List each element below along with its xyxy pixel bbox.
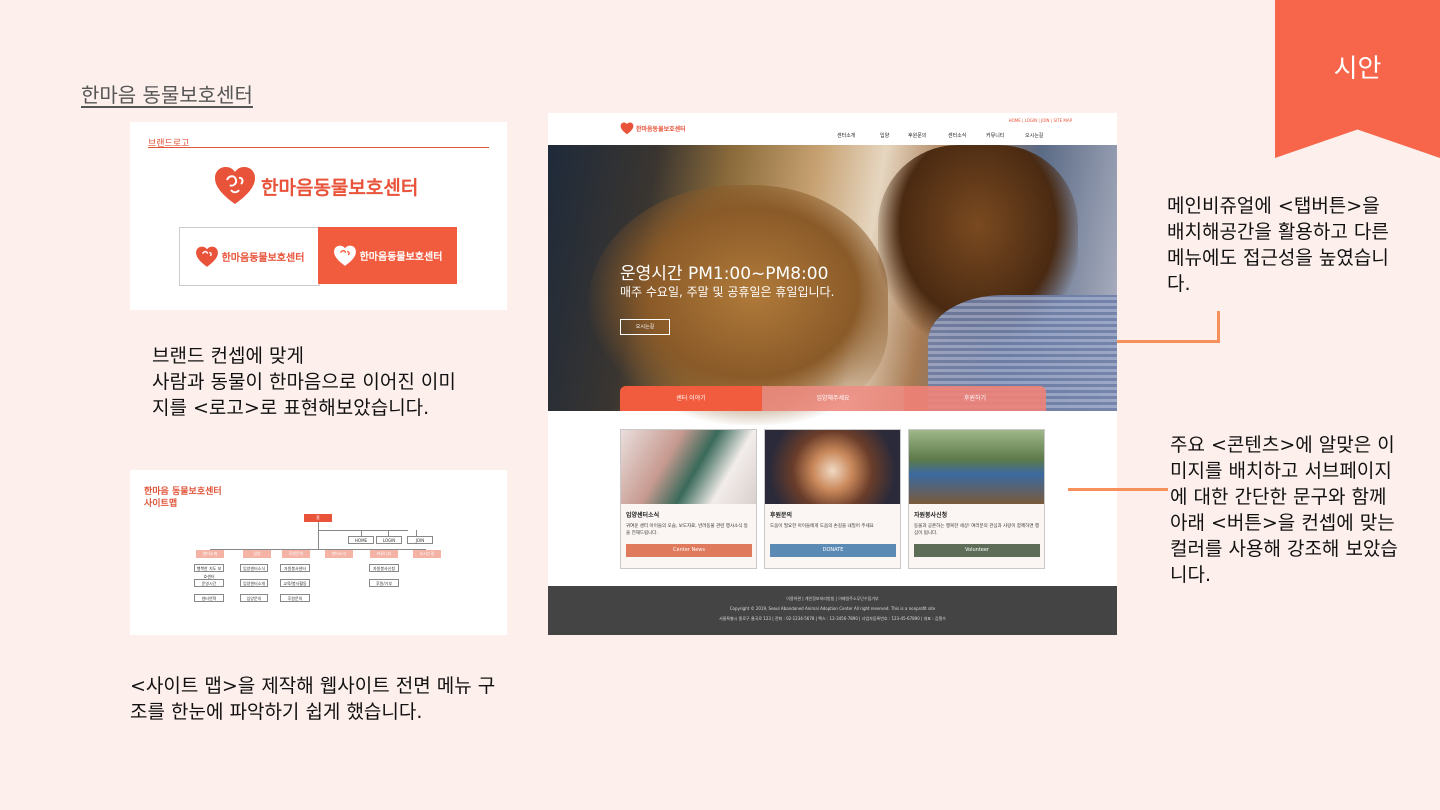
divider	[148, 147, 489, 148]
mockup-nav-item[interactable]: 후원문의	[908, 132, 926, 139]
mockup-logo-text: 한마음동물보호센터	[636, 126, 686, 133]
connector-line	[1217, 311, 1220, 343]
card-title: 후원문의	[770, 512, 793, 519]
sitemap-sub: 자원봉사신청	[369, 564, 399, 572]
content-card-news: 입양센터소식 귀여운 센터 아이들의 모습, 보도자료, 반려동물 관련 행사소…	[620, 429, 757, 569]
heart-logo-icon	[333, 245, 356, 266]
sitemap-root: 홈	[304, 514, 332, 522]
hero-tab-story[interactable]: 센터 이야기	[620, 386, 762, 411]
connector-line	[1117, 340, 1220, 343]
brand-logo-card: 브랜드로고 한마음동물보호센터 한마음동물보호센터 한마음동물보호센터	[130, 122, 507, 310]
card-title: 입양센터소식	[626, 512, 660, 519]
sitemap-card: 한마음 동물보호센터 사이트맵 홈 HOME LOGIN JOIN 센터소개 입…	[130, 470, 507, 635]
sitemap-title: 한마음 동물보호센터 사이트맵	[144, 487, 222, 509]
mockup-nav-item[interactable]: 커뮤니티	[986, 132, 1004, 139]
mockup-util-links[interactable]: HOME | LOGIN | JOIN | SITE MAP	[1009, 118, 1072, 123]
footer-address: 서울특별시 종로구 율곡로 123 | 전화 : 02-1234-5678 | …	[719, 616, 946, 621]
card-photo	[909, 430, 1044, 504]
mockup-footer: 이용약관 | 개인정보처리방침 | 이메일주소무단수집거부 Copyright …	[548, 586, 1117, 635]
draft-ribbon: 시안	[1275, 0, 1440, 158]
sitemap-sub: 자원봉사센터	[280, 564, 310, 572]
sitemap-sub: 교육/봉사활동	[280, 579, 310, 587]
card-photo	[765, 430, 900, 504]
donate-button[interactable]: DONATE	[770, 544, 896, 557]
ribbon-label: 시안	[1333, 54, 1382, 84]
card-description: 귀여운 센터 아이들의 모습, 보도자료, 반려동물 관련 행사소식 등을 전해…	[626, 524, 748, 536]
mockup-header: 한마음동물보호센터 HOME | LOGIN | JOIN | SITE MAP…	[548, 113, 1117, 145]
sitemap-util-home: HOME	[348, 536, 374, 544]
card-description: 도움이 필요한 아이들에게 도움의 손길을 내밀어 주세요	[770, 524, 874, 529]
heart-logo-icon	[620, 122, 634, 135]
hero-tab-adopt[interactable]: 입양해주세요	[762, 386, 904, 411]
logo-variant-white-text: 한마음동물보호센터	[221, 253, 305, 264]
card-title: 자원봉사신청	[914, 512, 948, 519]
mockup-nav-item[interactable]: 오시는길	[1025, 132, 1043, 139]
logo-variant-white: 한마음동물보호센터	[179, 227, 320, 286]
hero-subtitle: 매주 수요일, 주말 및 공휴일은 휴일입니다.	[620, 285, 835, 299]
logo-variant-orange: 한마음동물보호센터	[318, 227, 457, 284]
sitemap-cat-community: 커뮤니티	[370, 550, 398, 558]
sitemap-description: <사이트 맵>을 제작해 웹사이트 전면 메뉴 구 조를 한눈에 파악하기 쉽게…	[130, 675, 496, 723]
sitemap-cat-adopt: 입양	[243, 550, 271, 558]
footer-copyright: Copyright © 2019, Seoul Abandoned Animal…	[729, 606, 936, 611]
content-description: 주요 <콘텐츠>에 알맞은 이 미지를 배치하고 서브페이지 에 대한 간단한 …	[1170, 434, 1398, 586]
hero-title: 운영시간 PM1:00~PM8:00	[620, 264, 829, 284]
heart-logo-icon	[215, 167, 255, 204]
connector-line	[1068, 488, 1168, 491]
sitemap-sub: 후원문의	[280, 594, 310, 602]
content-card-donate: 후원문의 도움이 필요한 아이들에게 도움의 손길을 내밀어 주세요 DONAT…	[764, 429, 901, 569]
sitemap-sub: 행복한 지도 보호센터	[194, 564, 224, 579]
content-card-volunteer: 자원봉사신청 동물과 공존하는 행복한 세상! 여러분의 관심과 사랑이 함께하…	[908, 429, 1045, 569]
volunteer-button[interactable]: Volunteer	[914, 544, 1040, 557]
mockup-logo[interactable]: 한마음동물보호센터	[620, 122, 686, 135]
logo-variant-orange-text: 한마음동물보호센터	[359, 252, 443, 263]
page-title: 한마음 동물보호센터	[81, 83, 253, 107]
hero-tab-donate[interactable]: 후원하기	[904, 386, 1046, 411]
brand-logo: 한마음동물보호센터	[213, 166, 418, 206]
sitemap-sub: 입양문의	[240, 594, 268, 602]
hero-tab-description: 메인비쥬얼에 <탭버튼>을 배치해공간을 활용하고 다른 메뉴에도 접근성을 높…	[1167, 195, 1389, 295]
sitemap-cat-about: 센터소개	[196, 550, 224, 558]
hero-directions-button[interactable]: 오시는길	[620, 319, 670, 335]
sitemap-cat-news: 센터소식	[325, 550, 353, 558]
hero-visual: 운영시간 PM1:00~PM8:00 매주 수요일, 주말 및 공휴일은 휴일입…	[548, 145, 1117, 425]
sitemap-cat-directions: 오시는길	[413, 550, 441, 558]
card-description: 동물과 공존하는 행복한 세상! 여러분의 관심과 사랑이 함께하면 행심이 됩…	[914, 524, 1040, 536]
brand-logo-text: 한마음동물보호센터	[261, 176, 419, 199]
mockup-nav-item[interactable]: 센터소식	[948, 132, 966, 139]
sitemap-sub: 입양센터소개	[240, 579, 268, 587]
footer-links[interactable]: 이용약관 | 개인정보처리방침 | 이메일주소무단수집거부	[548, 594, 1117, 604]
mockup-nav-item[interactable]: 센터소개	[837, 132, 855, 139]
card-photo	[621, 430, 756, 504]
sitemap-sub: 운영시간	[194, 579, 224, 587]
website-mockup: 한마음동물보호센터 HOME | LOGIN | JOIN | SITE MAP…	[548, 113, 1117, 635]
sitemap-sub: 후원/기부	[369, 579, 399, 587]
sitemap-sub: 입양센터소식	[240, 564, 268, 572]
sitemap-util-login: LOGIN	[376, 536, 402, 544]
heart-logo-icon	[195, 246, 218, 267]
sitemap-util-join: JOIN	[407, 536, 433, 544]
brand-description: 브랜드 컨셉에 맞게 사람과 동물이 한마음으로 이어진 이미 지를 <로고>로…	[152, 345, 456, 419]
center-news-button[interactable]: Center News	[626, 544, 752, 557]
sitemap-sub: 센터연혁	[194, 594, 224, 602]
sitemap-cat-donate: 후원문의	[282, 550, 310, 558]
mockup-nav-item[interactable]: 입양	[880, 132, 889, 139]
